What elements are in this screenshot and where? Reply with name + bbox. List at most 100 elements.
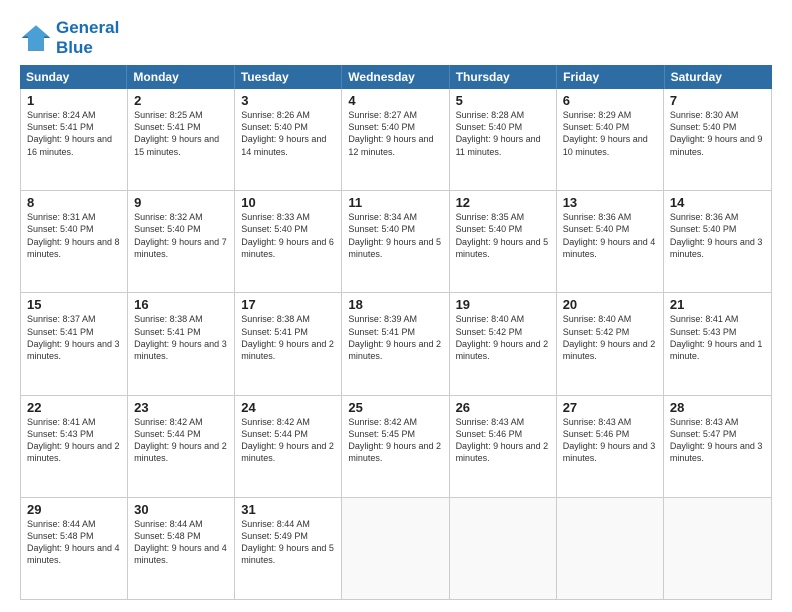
day-header-wednesday: Wednesday: [342, 65, 449, 89]
calendar-row-5: 29Sunrise: 8:44 AM Sunset: 5:48 PM Dayli…: [21, 498, 771, 599]
day-cell-23: 23Sunrise: 8:42 AM Sunset: 5:44 PM Dayli…: [128, 396, 235, 497]
day-cell-25: 25Sunrise: 8:42 AM Sunset: 5:45 PM Dayli…: [342, 396, 449, 497]
day-info: Sunrise: 8:30 AM Sunset: 5:40 PM Dayligh…: [670, 109, 765, 158]
day-number: 11: [348, 195, 442, 210]
day-cell-11: 11Sunrise: 8:34 AM Sunset: 5:40 PM Dayli…: [342, 191, 449, 292]
day-header-thursday: Thursday: [450, 65, 557, 89]
day-header-friday: Friday: [557, 65, 664, 89]
day-cell-27: 27Sunrise: 8:43 AM Sunset: 5:46 PM Dayli…: [557, 396, 664, 497]
day-number: 6: [563, 93, 657, 108]
calendar-row-1: 1Sunrise: 8:24 AM Sunset: 5:41 PM Daylig…: [21, 89, 771, 191]
empty-cell: [342, 498, 449, 599]
day-number: 13: [563, 195, 657, 210]
day-cell-12: 12Sunrise: 8:35 AM Sunset: 5:40 PM Dayli…: [450, 191, 557, 292]
day-cell-6: 6Sunrise: 8:29 AM Sunset: 5:40 PM Daylig…: [557, 89, 664, 190]
day-number: 7: [670, 93, 765, 108]
day-info: Sunrise: 8:44 AM Sunset: 5:49 PM Dayligh…: [241, 518, 335, 567]
day-info: Sunrise: 8:44 AM Sunset: 5:48 PM Dayligh…: [27, 518, 121, 567]
day-info: Sunrise: 8:32 AM Sunset: 5:40 PM Dayligh…: [134, 211, 228, 260]
day-info: Sunrise: 8:36 AM Sunset: 5:40 PM Dayligh…: [563, 211, 657, 260]
day-cell-26: 26Sunrise: 8:43 AM Sunset: 5:46 PM Dayli…: [450, 396, 557, 497]
day-info: Sunrise: 8:38 AM Sunset: 5:41 PM Dayligh…: [134, 313, 228, 362]
calendar-row-3: 15Sunrise: 8:37 AM Sunset: 5:41 PM Dayli…: [21, 293, 771, 395]
day-info: Sunrise: 8:27 AM Sunset: 5:40 PM Dayligh…: [348, 109, 442, 158]
day-cell-8: 8Sunrise: 8:31 AM Sunset: 5:40 PM Daylig…: [21, 191, 128, 292]
calendar-header: SundayMondayTuesdayWednesdayThursdayFrid…: [20, 65, 772, 89]
day-number: 3: [241, 93, 335, 108]
day-header-tuesday: Tuesday: [235, 65, 342, 89]
day-number: 22: [27, 400, 121, 415]
day-number: 30: [134, 502, 228, 517]
day-number: 28: [670, 400, 765, 415]
calendar-row-2: 8Sunrise: 8:31 AM Sunset: 5:40 PM Daylig…: [21, 191, 771, 293]
day-info: Sunrise: 8:38 AM Sunset: 5:41 PM Dayligh…: [241, 313, 335, 362]
day-info: Sunrise: 8:36 AM Sunset: 5:40 PM Dayligh…: [670, 211, 765, 260]
logo: General Blue: [20, 18, 119, 57]
day-cell-1: 1Sunrise: 8:24 AM Sunset: 5:41 PM Daylig…: [21, 89, 128, 190]
day-header-monday: Monday: [127, 65, 234, 89]
day-cell-15: 15Sunrise: 8:37 AM Sunset: 5:41 PM Dayli…: [21, 293, 128, 394]
day-number: 25: [348, 400, 442, 415]
day-cell-18: 18Sunrise: 8:39 AM Sunset: 5:41 PM Dayli…: [342, 293, 449, 394]
day-number: 23: [134, 400, 228, 415]
day-cell-29: 29Sunrise: 8:44 AM Sunset: 5:48 PM Dayli…: [21, 498, 128, 599]
day-number: 26: [456, 400, 550, 415]
day-number: 24: [241, 400, 335, 415]
calendar-body: 1Sunrise: 8:24 AM Sunset: 5:41 PM Daylig…: [20, 89, 772, 600]
day-number: 31: [241, 502, 335, 517]
day-number: 4: [348, 93, 442, 108]
day-header-saturday: Saturday: [665, 65, 772, 89]
day-info: Sunrise: 8:31 AM Sunset: 5:40 PM Dayligh…: [27, 211, 121, 260]
day-number: 10: [241, 195, 335, 210]
calendar-page: General Blue SundayMondayTuesdayWednesda…: [0, 0, 792, 612]
day-cell-19: 19Sunrise: 8:40 AM Sunset: 5:42 PM Dayli…: [450, 293, 557, 394]
day-number: 21: [670, 297, 765, 312]
day-info: Sunrise: 8:25 AM Sunset: 5:41 PM Dayligh…: [134, 109, 228, 158]
day-cell-28: 28Sunrise: 8:43 AM Sunset: 5:47 PM Dayli…: [664, 396, 771, 497]
day-info: Sunrise: 8:44 AM Sunset: 5:48 PM Dayligh…: [134, 518, 228, 567]
day-info: Sunrise: 8:33 AM Sunset: 5:40 PM Dayligh…: [241, 211, 335, 260]
day-cell-16: 16Sunrise: 8:38 AM Sunset: 5:41 PM Dayli…: [128, 293, 235, 394]
empty-cell: [450, 498, 557, 599]
day-number: 12: [456, 195, 550, 210]
day-number: 17: [241, 297, 335, 312]
day-cell-24: 24Sunrise: 8:42 AM Sunset: 5:44 PM Dayli…: [235, 396, 342, 497]
day-info: Sunrise: 8:26 AM Sunset: 5:40 PM Dayligh…: [241, 109, 335, 158]
day-info: Sunrise: 8:40 AM Sunset: 5:42 PM Dayligh…: [563, 313, 657, 362]
day-number: 19: [456, 297, 550, 312]
day-number: 29: [27, 502, 121, 517]
calendar-row-4: 22Sunrise: 8:41 AM Sunset: 5:43 PM Dayli…: [21, 396, 771, 498]
day-cell-22: 22Sunrise: 8:41 AM Sunset: 5:43 PM Dayli…: [21, 396, 128, 497]
day-info: Sunrise: 8:41 AM Sunset: 5:43 PM Dayligh…: [670, 313, 765, 362]
day-number: 27: [563, 400, 657, 415]
empty-cell: [664, 498, 771, 599]
day-cell-17: 17Sunrise: 8:38 AM Sunset: 5:41 PM Dayli…: [235, 293, 342, 394]
day-number: 14: [670, 195, 765, 210]
day-cell-4: 4Sunrise: 8:27 AM Sunset: 5:40 PM Daylig…: [342, 89, 449, 190]
day-number: 16: [134, 297, 228, 312]
day-info: Sunrise: 8:40 AM Sunset: 5:42 PM Dayligh…: [456, 313, 550, 362]
day-cell-30: 30Sunrise: 8:44 AM Sunset: 5:48 PM Dayli…: [128, 498, 235, 599]
day-number: 1: [27, 93, 121, 108]
day-info: Sunrise: 8:43 AM Sunset: 5:46 PM Dayligh…: [456, 416, 550, 465]
day-info: Sunrise: 8:28 AM Sunset: 5:40 PM Dayligh…: [456, 109, 550, 158]
day-info: Sunrise: 8:34 AM Sunset: 5:40 PM Dayligh…: [348, 211, 442, 260]
day-info: Sunrise: 8:35 AM Sunset: 5:40 PM Dayligh…: [456, 211, 550, 260]
day-cell-7: 7Sunrise: 8:30 AM Sunset: 5:40 PM Daylig…: [664, 89, 771, 190]
day-info: Sunrise: 8:42 AM Sunset: 5:45 PM Dayligh…: [348, 416, 442, 465]
day-header-sunday: Sunday: [20, 65, 127, 89]
day-info: Sunrise: 8:42 AM Sunset: 5:44 PM Dayligh…: [134, 416, 228, 465]
day-info: Sunrise: 8:41 AM Sunset: 5:43 PM Dayligh…: [27, 416, 121, 465]
header: General Blue: [20, 18, 772, 57]
day-number: 8: [27, 195, 121, 210]
day-info: Sunrise: 8:43 AM Sunset: 5:47 PM Dayligh…: [670, 416, 765, 465]
logo-text: General Blue: [56, 18, 119, 57]
day-info: Sunrise: 8:39 AM Sunset: 5:41 PM Dayligh…: [348, 313, 442, 362]
empty-cell: [557, 498, 664, 599]
day-cell-31: 31Sunrise: 8:44 AM Sunset: 5:49 PM Dayli…: [235, 498, 342, 599]
day-number: 20: [563, 297, 657, 312]
day-cell-10: 10Sunrise: 8:33 AM Sunset: 5:40 PM Dayli…: [235, 191, 342, 292]
day-cell-14: 14Sunrise: 8:36 AM Sunset: 5:40 PM Dayli…: [664, 191, 771, 292]
day-cell-9: 9Sunrise: 8:32 AM Sunset: 5:40 PM Daylig…: [128, 191, 235, 292]
day-cell-13: 13Sunrise: 8:36 AM Sunset: 5:40 PM Dayli…: [557, 191, 664, 292]
